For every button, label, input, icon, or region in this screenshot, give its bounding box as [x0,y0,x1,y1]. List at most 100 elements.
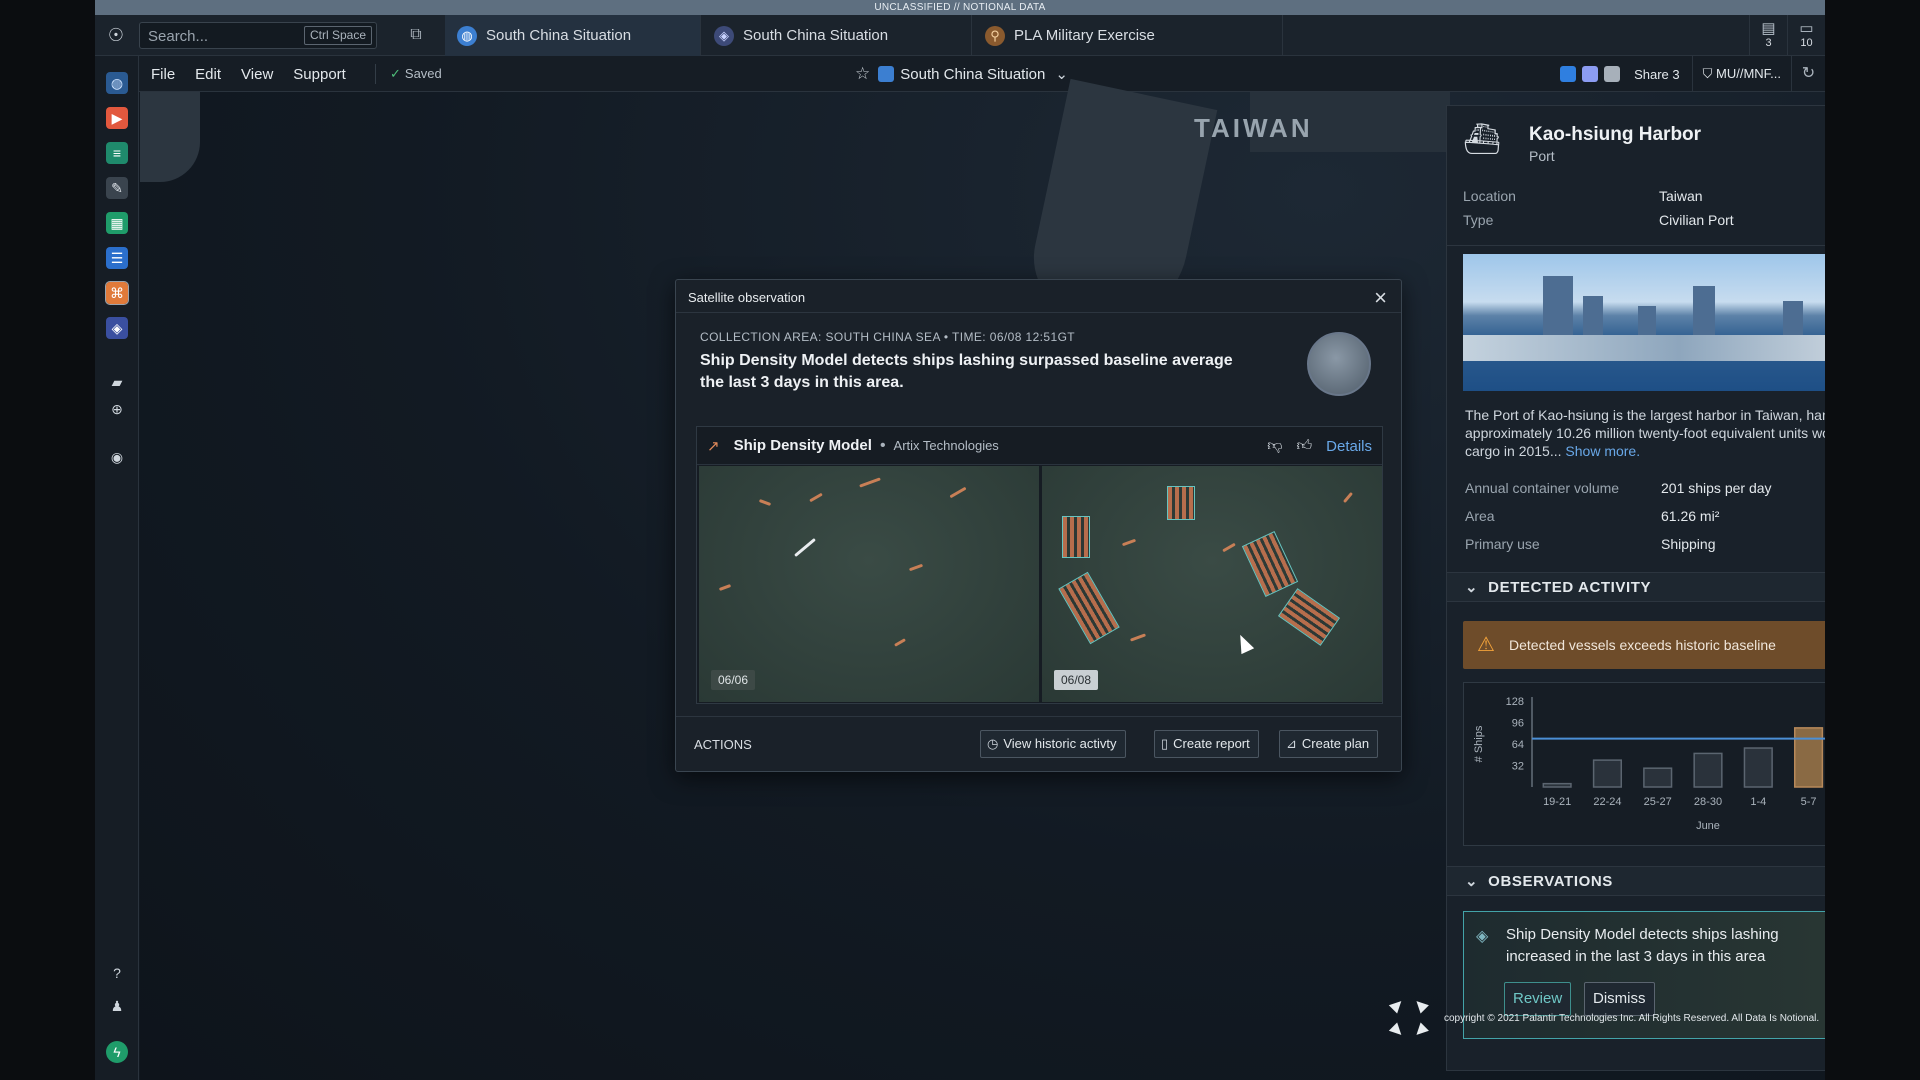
avatar[interactable] [1582,66,1599,82]
chart-svg: 32 64 96 128 # Ships 19-21 22-24 25-27 28-30 1-4 5… [1473,696,1825,832]
menu-edit[interactable]: Edit [195,66,221,83]
satellite-image-after[interactable]: 06/08 [1042,466,1382,702]
y-axis-title: # Ships [1473,725,1485,762]
star-icon[interactable]: ☆ [855,64,870,84]
ship-marker [758,499,772,506]
ship-icon: ⛴ [1463,123,1502,156]
camera-icon[interactable]: ◉ [106,446,128,468]
workspace-selector[interactable]: ☆ South China Situation ⌄ [855,64,1068,84]
menu-view[interactable]: View [241,66,273,83]
network-globe-icon: ◈ [1476,928,1489,945]
image-date: 06/08 [1054,670,1099,690]
detection-box [1058,571,1120,645]
details-link[interactable]: Details [1326,438,1372,455]
search-input[interactable]: Search... Ctrl Space [139,22,377,49]
draw-icon[interactable]: ✎ [106,177,128,199]
timeline-icon[interactable]: ☰ [106,247,128,269]
create-report-button[interactable]: ▯ Create report [1154,730,1259,758]
view-historic-activity-button[interactable]: ◷ View historic activty [980,730,1126,758]
dialog-title: Satellite observation [676,280,1401,313]
graph-icon[interactable]: ⌘ [105,281,129,305]
property-value: Taiwan [1659,188,1703,204]
button-label: Create report [1173,736,1250,751]
table-icon[interactable]: ▦ [106,212,128,234]
model-card: ↗ Ship Density Model • Artix Technologie… [696,426,1383,704]
satellite-image-before[interactable]: 06/06 [699,466,1039,702]
button-label: View historic activty [1003,736,1117,751]
map-globe-icon[interactable]: ◍ [106,72,128,94]
tab-south-china-situation[interactable]: ◍ South China Situation [445,15,701,56]
menu-bar: File Edit View Support ✓ Saved ☆ South Ch… [95,56,1825,92]
stat-value: 201 ships per day [1661,480,1772,496]
tab-south-china-situation-2[interactable]: ◈ South China Situation [702,15,972,56]
menu-divider [375,64,376,84]
create-plan-button[interactable]: ⊿ Create plan [1279,730,1379,758]
x-tick-label: 25-27 [1644,796,1672,808]
detected-activity-header[interactable]: ⌄ DETECTED ACTIVITY [1447,572,1825,602]
building [1543,276,1573,336]
user-icon[interactable]: ♟ [106,995,128,1017]
ship-marker [794,537,816,558]
refresh-icon[interactable]: ↻ [1791,56,1825,92]
status-icon[interactable]: ϟ [106,1041,128,1063]
app-window: UNCLASSIFIED // NOTIONAL DATA ☉ Search..… [95,0,1825,1080]
thumbs-down-icon[interactable]: 👎︎ [1267,437,1282,455]
saved-label: Saved [404,66,442,81]
thumbs-up-icon[interactable]: 👍︎ [1296,437,1312,455]
main-menu: File Edit View Support [151,56,366,92]
tab-label: South China Situation [486,27,632,44]
share-button[interactable]: Share 3 [1634,67,1680,82]
close-icon[interactable]: × [1374,285,1387,311]
add-icon[interactable]: ⊕ [106,398,128,420]
notification-icon: ▤ [1761,20,1776,37]
tab-pla-military-exercise[interactable]: ⚲ PLA Military Exercise [973,15,1283,56]
network-globe-icon: ◈ [714,25,734,46]
property-key: Location [1463,188,1516,204]
plan-icon: ⊿ [1286,736,1297,751]
actions-label: ACTIONS [694,737,752,752]
dismiss-button[interactable]: Dismiss [1584,982,1655,1016]
bar-19-21 [1542,782,1572,788]
property-value: Civilian Port [1659,212,1734,228]
ship-marker [1342,491,1354,504]
alert-text: Detected vessels exceeds historic baseli… [1509,637,1776,653]
building [1783,301,1803,336]
layers-icon[interactable]: ≡ [106,142,128,164]
x-axis-title: June [1696,820,1720,832]
window-switcher-icon[interactable]: ⧉ [405,24,427,46]
observations-header[interactable]: ⌄ OBSERVATIONS [1447,866,1825,896]
app-logo-icon[interactable]: ☉ [105,24,127,46]
show-more-link[interactable]: Show more. [1565,443,1640,459]
review-button[interactable]: Review [1504,982,1572,1016]
notification-counters: ▤ 3 ▭ 10 [1749,15,1825,56]
network-icon[interactable]: ◈ [106,317,128,339]
tab-bar: ☉ Search... Ctrl Space ⧉ ◍ South China S… [95,15,1825,56]
avatar[interactable] [1604,66,1621,82]
avatar[interactable] [1560,66,1577,82]
landmass [140,92,200,182]
menu-file[interactable]: File [151,66,175,83]
classification-button[interactable]: ⛉ MU//MNF... [1691,56,1791,92]
trend-icon: ↗ [707,437,720,455]
menu-support[interactable]: Support [293,66,346,83]
bar-28-30 [1693,752,1723,788]
collapse-icon[interactable]: ▲ ▲ ▲ ▲ [1382,990,1435,1045]
section-title: DETECTED ACTIVITY [1488,579,1652,596]
check-icon: ✓ [390,66,401,81]
y-tick-label: 96 [1512,718,1524,730]
play-icon[interactable]: ▶ [106,107,128,129]
notification-button[interactable]: ▤ 3 [1749,15,1787,56]
globe-thumbnail [1307,332,1371,396]
detection-box [1277,588,1341,646]
help-icon[interactable]: ? [106,962,128,984]
map-label-taiwan: TAIWAN [1194,113,1313,143]
satellite-observation-dialog: Satellite observation × COLLECTION AREA:… [675,279,1402,772]
x-tick-label: 1-4 [1750,796,1766,808]
separator: • [879,436,886,454]
folder-icon[interactable]: ▰ [106,371,128,393]
bar-22-24 [1592,759,1623,788]
inbox-button[interactable]: ▭ 10 [1787,15,1825,56]
stat-key: Area [1465,508,1495,524]
ship-count-chart: 32 64 96 128 # Ships 19-21 22-24 25-27 28-30 1-4 5… [1463,682,1825,846]
stat-value: 61.26 mi² [1661,508,1720,524]
